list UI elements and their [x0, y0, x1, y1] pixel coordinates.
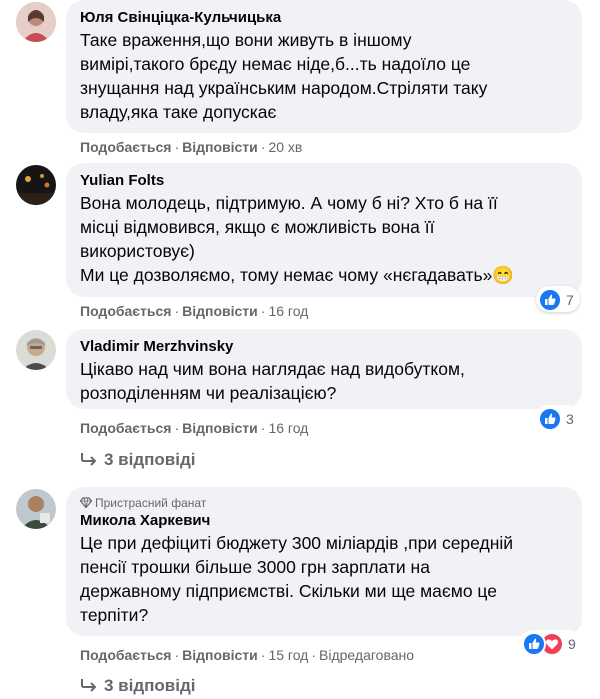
- reply-button[interactable]: Відповісти: [182, 303, 258, 319]
- avatar[interactable]: [16, 489, 56, 529]
- avatar[interactable]: [16, 165, 56, 205]
- separator: ·: [174, 420, 180, 436]
- reply-button[interactable]: Відповісти: [182, 420, 258, 436]
- comment-actions: Подобається · Відповісти · 15 год · Відредагов…: [80, 645, 414, 665]
- comment-text: Цікаво над чим вона наглядає над видобут…: [80, 359, 465, 403]
- reply-arrow-icon: [81, 679, 97, 692]
- separator: ·: [174, 303, 180, 319]
- avatar[interactable]: [16, 330, 56, 370]
- like-icon: [538, 407, 562, 432]
- reply-button[interactable]: Відповісти: [182, 647, 258, 663]
- comment-bubble: Vladimir Merzhvinsky Цікаво над чим вона…: [66, 329, 582, 409]
- reactions-summary[interactable]: 7: [536, 286, 580, 313]
- reply-arrow-icon: [81, 453, 97, 466]
- reaction-count: 3: [566, 411, 574, 428]
- separator: ·: [260, 420, 266, 436]
- avatar[interactable]: [16, 2, 56, 42]
- separator: ·: [260, 303, 266, 319]
- comment-text: Це при дефіциті бюджету 300 міліардів ,п…: [80, 533, 514, 625]
- comment-author[interactable]: Vladimir Merzhvinsky: [80, 337, 568, 357]
- comment-time[interactable]: 16 год: [268, 420, 308, 436]
- reaction-count: 9: [568, 636, 576, 653]
- separator: ·: [260, 139, 266, 155]
- comment-actions: Подобається · Відповісти · 16 год: [80, 301, 308, 321]
- edited-label: Відредаговано: [319, 647, 415, 663]
- comment-author[interactable]: Юля Свінціцка-Кульчицька: [80, 8, 568, 28]
- separator: ·: [260, 647, 266, 663]
- comment-bubble: Yulian Folts Вона молодець, підтримую. А…: [66, 163, 582, 297]
- comment-author[interactable]: Микола Харкевич: [80, 511, 568, 531]
- comment-bubble: Юля Свінціцка-Кульчицька Таке враження,щ…: [66, 0, 582, 133]
- like-icon: [522, 632, 546, 657]
- comment-time[interactable]: 15 год: [268, 647, 308, 663]
- comment-text: Вона молодець, підтримую. А чому б ні? Х…: [80, 193, 515, 285]
- comment-text: Таке враження,що вони живуть в іншому ви…: [80, 30, 488, 122]
- reactions-summary[interactable]: 9: [520, 630, 582, 657]
- separator: ·: [311, 647, 317, 663]
- comment-time[interactable]: 20 хв: [268, 139, 302, 155]
- separator: ·: [174, 139, 180, 155]
- replies-label[interactable]: 3 відповіді: [104, 676, 195, 695]
- comment-actions: Подобається · Відповісти · 20 хв: [80, 137, 302, 157]
- reactions-summary[interactable]: 3: [536, 405, 580, 432]
- comment-time[interactable]: 16 год: [268, 303, 308, 319]
- replies-label[interactable]: 3 відповіді: [104, 450, 195, 469]
- like-icon: [538, 288, 562, 313]
- comment-actions: Подобається · Відповісти · 16 год: [80, 418, 308, 438]
- reply-button[interactable]: Відповісти: [182, 139, 258, 155]
- fan-badge-label: Пристрасний фанат: [95, 496, 207, 510]
- view-replies-button[interactable]: 3 відповіді: [80, 674, 195, 698]
- view-replies-button[interactable]: 3 відповіді: [80, 448, 195, 472]
- reaction-count: 7: [566, 292, 574, 309]
- like-button[interactable]: Подобається: [80, 647, 171, 663]
- separator: ·: [174, 647, 180, 663]
- comment-bubble: Пристрасний фанат Микола Харкевич Це при…: [66, 487, 582, 636]
- comment-author[interactable]: Yulian Folts: [80, 171, 568, 191]
- diamond-badge-icon: [79, 497, 93, 509]
- like-button[interactable]: Подобається: [80, 420, 171, 436]
- fan-badge[interactable]: Пристрасний фанат: [79, 495, 568, 511]
- like-button[interactable]: Подобається: [80, 303, 171, 319]
- like-button[interactable]: Подобається: [80, 139, 171, 155]
